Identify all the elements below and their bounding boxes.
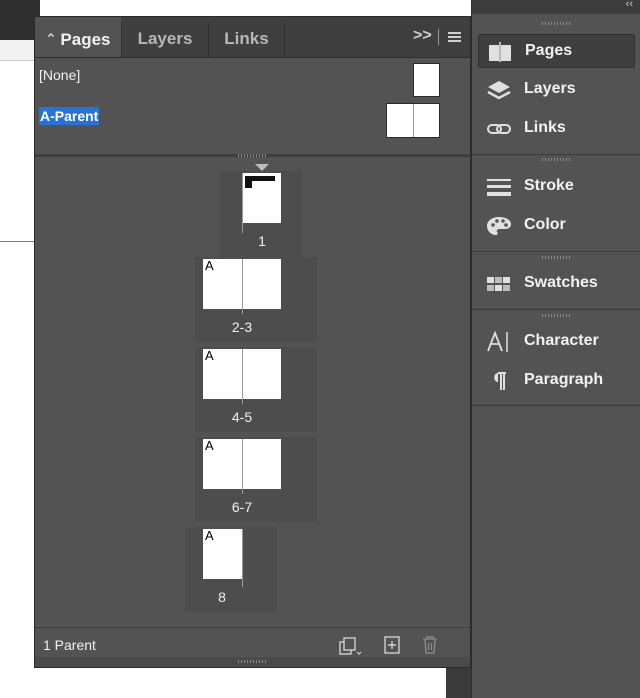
dock-label: Pages bbox=[525, 42, 573, 59]
dock-label: Swatches bbox=[524, 274, 598, 291]
page-number-label: 4-5 bbox=[231, 409, 253, 425]
chevron-updown-icon: ⌃ bbox=[45, 31, 57, 46]
page-number-label: 6-7 bbox=[231, 499, 253, 515]
panel-resize-bar[interactable] bbox=[35, 657, 470, 667]
dock-grip[interactable] bbox=[542, 256, 570, 259]
dock-label: Character bbox=[524, 332, 599, 349]
stroke-icon bbox=[487, 179, 511, 196]
page-thumbnail[interactable]: A bbox=[203, 528, 242, 579]
paragraph-icon bbox=[494, 372, 506, 390]
dock-label: Color bbox=[524, 216, 566, 233]
document-scrollbar[interactable] bbox=[446, 668, 474, 698]
page-number-label: 2-3 bbox=[231, 319, 253, 335]
dock-group-divider bbox=[472, 309, 640, 310]
parent-prefix-label: A bbox=[205, 258, 214, 273]
dock-item-swatches[interactable]: Swatches bbox=[478, 267, 635, 301]
tab-layers[interactable]: Layers bbox=[122, 17, 208, 57]
spine-line bbox=[242, 349, 243, 404]
dock-item-layers[interactable]: Layers bbox=[478, 73, 635, 107]
parent-none-label: [None] bbox=[39, 67, 81, 83]
dock-label: Paragraph bbox=[524, 371, 604, 388]
resize-grip[interactable] bbox=[238, 660, 266, 663]
page-number-label: 1 bbox=[258, 233, 266, 249]
control-divider bbox=[438, 29, 439, 45]
palette-icon bbox=[487, 217, 511, 235]
spine-line bbox=[242, 259, 243, 314]
tab-links-label: Links bbox=[224, 29, 269, 48]
tab-pages[interactable]: ⌃ Pages bbox=[35, 17, 121, 57]
parent-prefix-label: A bbox=[205, 348, 214, 363]
page-item[interactable]: A 8 bbox=[185, 527, 277, 612]
parent-a-thumbnail[interactable] bbox=[386, 103, 440, 138]
parent-none-thumbnail[interactable] bbox=[413, 63, 440, 97]
parent-a-label: A-Parent bbox=[39, 107, 100, 125]
dock-item-pages[interactable]: Pages bbox=[478, 34, 635, 68]
dock-group-divider bbox=[472, 405, 640, 406]
panel-tab-bar: ⌃ Pages Layers Links >> bbox=[35, 17, 470, 58]
page-item[interactable]: 1 bbox=[220, 171, 302, 257]
tab-layers-label: Layers bbox=[137, 29, 193, 48]
layers-icon bbox=[487, 81, 511, 100]
dock-grip[interactable] bbox=[542, 314, 570, 317]
page-number-label: 8 bbox=[218, 589, 226, 605]
dock-label: Links bbox=[524, 119, 566, 136]
dock-item-paragraph[interactable]: Paragraph bbox=[478, 364, 635, 398]
parent-count-status: 1 Parent bbox=[43, 637, 96, 653]
panel-dock: ‹‹ Pages Layers Links Stroke Color Swatc… bbox=[471, 0, 640, 698]
dock-label: Layers bbox=[524, 80, 576, 97]
dock-item-character[interactable]: Character bbox=[478, 325, 635, 359]
trash-icon[interactable] bbox=[422, 636, 438, 658]
dock-group-divider bbox=[472, 251, 640, 252]
dock-grip[interactable] bbox=[542, 158, 570, 161]
pages-icon bbox=[489, 42, 511, 62]
expand-panel-icon[interactable]: >> bbox=[413, 27, 432, 45]
parent-a[interactable]: A-Parent bbox=[39, 107, 100, 125]
dock-header: ‹‹ bbox=[472, 0, 640, 14]
dock-grip[interactable] bbox=[542, 22, 570, 25]
parent-prefix-label: A bbox=[205, 438, 214, 453]
tab-links[interactable]: Links bbox=[209, 17, 284, 57]
collapse-dock-icon[interactable]: ‹‹ bbox=[626, 0, 633, 10]
spine-line bbox=[242, 529, 243, 587]
spread-item[interactable]: A 6-7 bbox=[195, 437, 317, 522]
panel-menu-icon[interactable] bbox=[448, 32, 461, 42]
parent-none[interactable]: [None] bbox=[39, 67, 80, 83]
character-icon bbox=[487, 331, 508, 352]
tab-pages-label: Pages bbox=[60, 30, 111, 49]
document-pasteboard bbox=[0, 668, 450, 698]
new-page-icon[interactable] bbox=[384, 636, 400, 658]
dock-label: Stroke bbox=[524, 177, 574, 194]
swatches-icon bbox=[487, 277, 510, 291]
dock-item-color[interactable]: Color bbox=[478, 209, 635, 243]
page-thumbnail[interactable] bbox=[242, 173, 281, 223]
spine-line bbox=[242, 173, 243, 233]
pages-list: 1 A 2-3 A 4-5 A 6-7 A 8 bbox=[35, 157, 470, 632]
links-icon bbox=[487, 124, 511, 134]
spread-item[interactable]: A 2-3 bbox=[195, 257, 317, 342]
dock-group-divider bbox=[472, 154, 640, 155]
spine-line bbox=[242, 439, 243, 494]
parent-prefix-label: A bbox=[205, 528, 214, 543]
current-page-marker-icon bbox=[255, 164, 269, 171]
dock-item-stroke[interactable]: Stroke bbox=[478, 170, 635, 204]
spread-item[interactable]: A 4-5 bbox=[195, 347, 317, 432]
dock-item-links[interactable]: Links bbox=[478, 112, 635, 146]
tab-separator bbox=[284, 23, 285, 57]
pages-panel: ⌃Pages Layers Links >> [None] A-Parent bbox=[34, 16, 471, 668]
